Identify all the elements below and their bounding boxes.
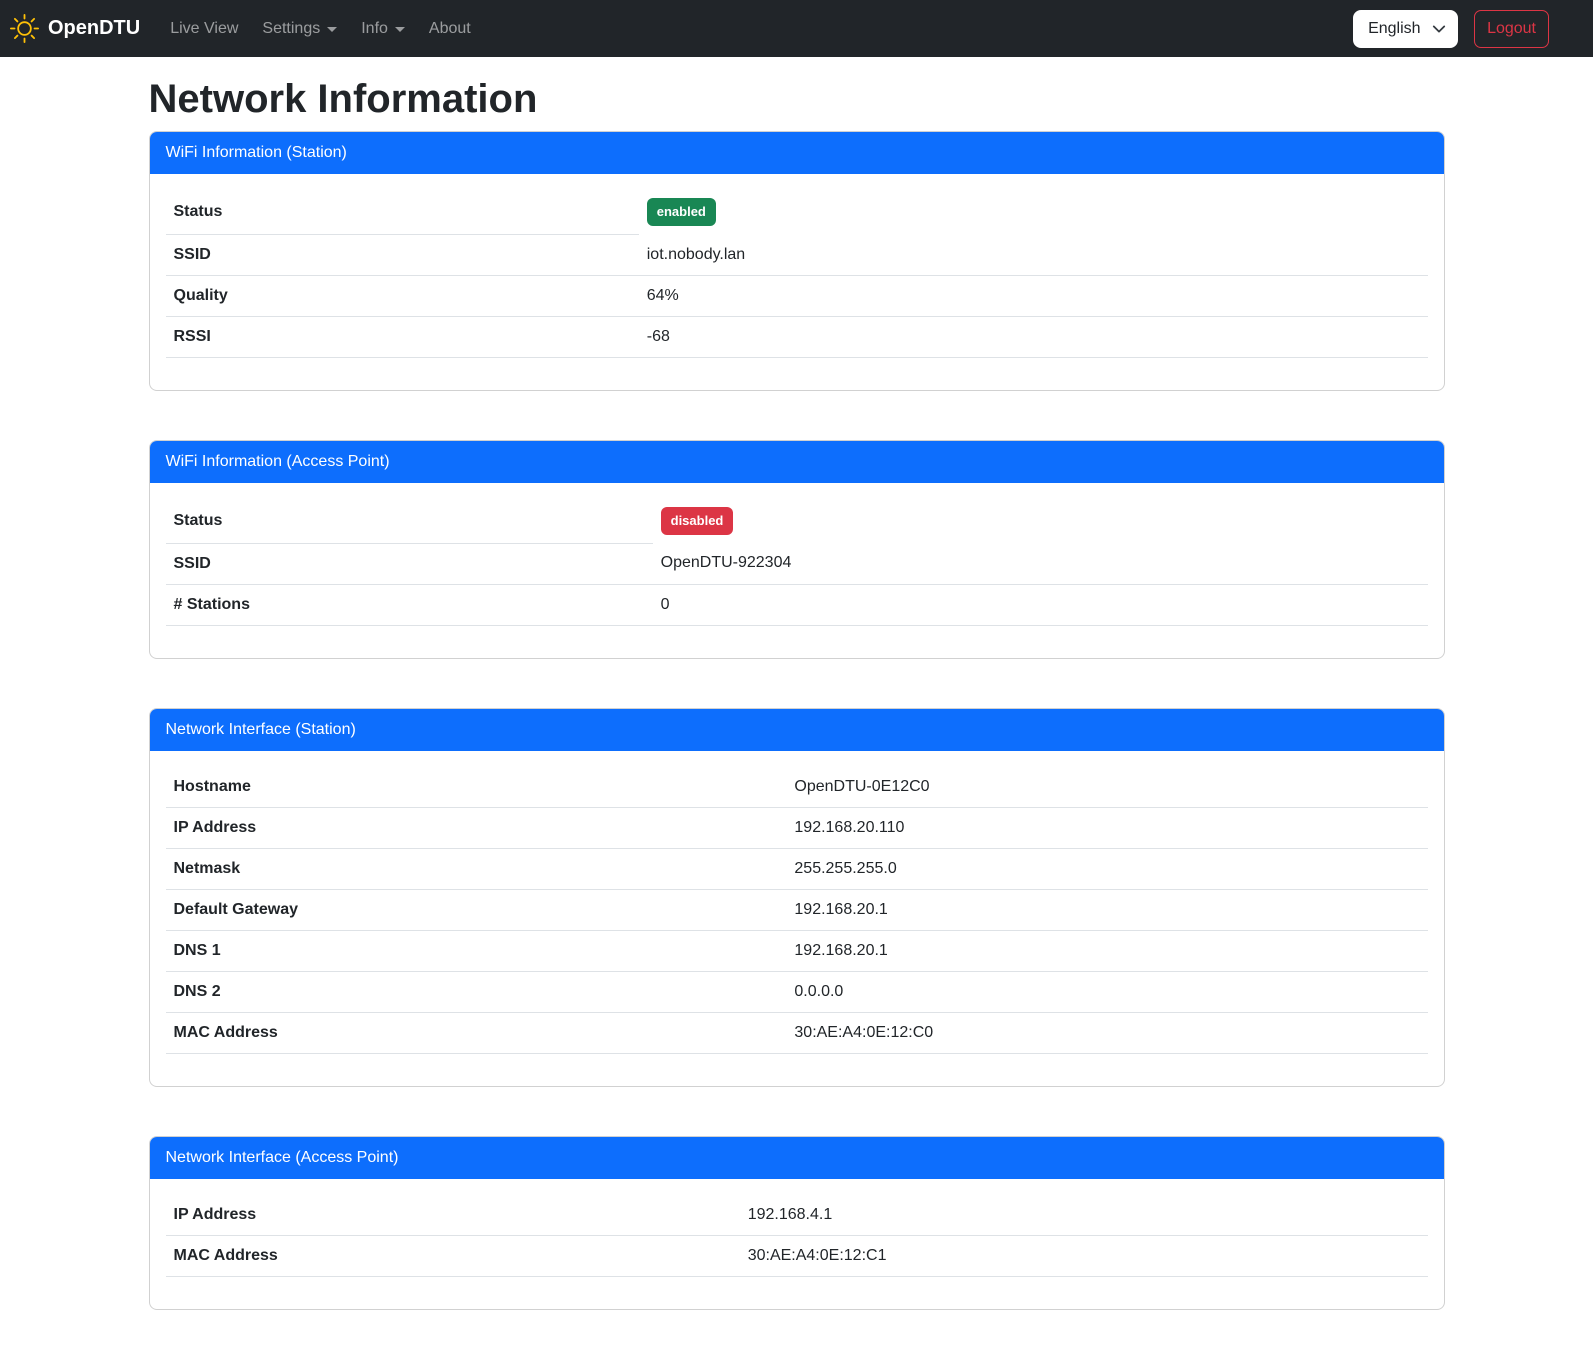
row-value: -68 <box>639 316 1428 357</box>
row-value: OpenDTU-922304 <box>653 543 1428 584</box>
nav-item-settings[interactable]: Settings <box>254 12 345 46</box>
table-row: IP Address 192.168.4.1 <box>166 1195 1428 1236</box>
table-row: Status enabled <box>166 190 1428 234</box>
table-row: Default Gateway 192.168.20.1 <box>166 889 1428 930</box>
brand-link[interactable]: OpenDTU <box>10 14 148 43</box>
row-label: MAC Address <box>166 1012 787 1053</box>
row-value: 192.168.20.110 <box>786 807 1427 848</box>
row-label: Netmask <box>166 848 787 889</box>
row-label: # Stations <box>166 584 653 625</box>
row-label: DNS 1 <box>166 930 787 971</box>
row-label: IP Address <box>166 807 787 848</box>
row-value: iot.nobody.lan <box>639 234 1428 275</box>
status-badge: enabled <box>647 198 716 226</box>
row-value: 0.0.0.0 <box>786 971 1427 1012</box>
nav-item-label: Live View <box>170 20 238 38</box>
row-value-cell: disabled <box>653 499 1428 543</box>
table-row: DNS 1 192.168.20.1 <box>166 930 1428 971</box>
row-label: Hostname <box>166 767 787 808</box>
table-row: MAC Address 30:AE:A4:0E:12:C1 <box>166 1235 1428 1276</box>
table-row: IP Address 192.168.20.110 <box>166 807 1428 848</box>
row-value: 192.168.20.1 <box>786 930 1427 971</box>
row-label: SSID <box>166 543 653 584</box>
table-row: Hostname OpenDTU-0E12C0 <box>166 767 1428 808</box>
row-label: IP Address <box>166 1195 740 1236</box>
row-label: Quality <box>166 275 639 316</box>
card-wifi-station: WiFi Information (Station) Status enable… <box>149 131 1445 391</box>
navbar: OpenDTU Live View Settings Info About <box>0 0 1593 57</box>
row-label: Status <box>166 499 653 543</box>
row-label: Status <box>166 190 639 234</box>
status-badge: disabled <box>661 507 734 535</box>
brand-label: OpenDTU <box>48 17 140 40</box>
table-row: SSID OpenDTU-922304 <box>166 543 1428 584</box>
logout-button[interactable]: Logout <box>1474 10 1549 48</box>
row-value: 64% <box>639 275 1428 316</box>
card-header: Network Interface (Station) <box>150 709 1444 751</box>
card-body: IP Address 192.168.4.1 MAC Address 30:AE… <box>150 1179 1444 1309</box>
table-row: Status disabled <box>166 499 1428 543</box>
nav-item-label: Info <box>361 20 388 38</box>
row-value: OpenDTU-0E12C0 <box>786 767 1427 808</box>
language-select[interactable]: English <box>1353 10 1458 48</box>
nav-item-about[interactable]: About <box>421 12 479 46</box>
table-row: RSSI -68 <box>166 316 1428 357</box>
info-table: Status enabled SSID iot.nobody.lan Quali… <box>166 190 1428 358</box>
nav-menu: Live View Settings Info About <box>162 12 487 46</box>
row-label: RSSI <box>166 316 639 357</box>
row-value: 0 <box>653 584 1428 625</box>
card-header: WiFi Information (Station) <box>150 132 1444 174</box>
table-row: DNS 2 0.0.0.0 <box>166 971 1428 1012</box>
nav-item-label: Settings <box>262 20 320 38</box>
card-header: WiFi Information (Access Point) <box>150 441 1444 483</box>
nav-item-live-view[interactable]: Live View <box>162 12 246 46</box>
row-value: 255.255.255.0 <box>786 848 1427 889</box>
card-body: Hostname OpenDTU-0E12C0 IP Address 192.1… <box>150 751 1444 1086</box>
main-content: Network Information WiFi Information (St… <box>137 75 1457 1310</box>
row-label: SSID <box>166 234 639 275</box>
chevron-down-icon <box>327 27 337 32</box>
table-row: SSID iot.nobody.lan <box>166 234 1428 275</box>
language-select-wrap: English <box>1353 10 1458 48</box>
nav-item-label: About <box>429 20 471 38</box>
row-value: 192.168.4.1 <box>740 1195 1428 1236</box>
card-wifi-access-point: WiFi Information (Access Point) Status d… <box>149 440 1445 659</box>
row-label: DNS 2 <box>166 971 787 1012</box>
chevron-down-icon <box>395 27 405 32</box>
navbar-right: English Logout <box>1353 10 1549 48</box>
card-body: Status disabled SSID OpenDTU-922304 # St… <box>150 483 1444 658</box>
card-network-interface-station: Network Interface (Station) Hostname Ope… <box>149 708 1445 1087</box>
table-row: Netmask 255.255.255.0 <box>166 848 1428 889</box>
card-network-interface-access-point: Network Interface (Access Point) IP Addr… <box>149 1136 1445 1310</box>
row-value: 192.168.20.1 <box>786 889 1427 930</box>
row-value: 30:AE:A4:0E:12:C1 <box>740 1235 1428 1276</box>
table-row: Quality 64% <box>166 275 1428 316</box>
table-row: # Stations 0 <box>166 584 1428 625</box>
page-title: Network Information <box>149 75 1445 123</box>
nav-item-info[interactable]: Info <box>353 12 413 46</box>
row-value: 30:AE:A4:0E:12:C0 <box>786 1012 1427 1053</box>
table-row: MAC Address 30:AE:A4:0E:12:C0 <box>166 1012 1428 1053</box>
card-header: Network Interface (Access Point) <box>150 1137 1444 1179</box>
card-body: Status enabled SSID iot.nobody.lan Quali… <box>150 174 1444 390</box>
info-table: Status disabled SSID OpenDTU-922304 # St… <box>166 499 1428 626</box>
info-table: Hostname OpenDTU-0E12C0 IP Address 192.1… <box>166 767 1428 1054</box>
sun-icon <box>10 14 39 43</box>
row-label: MAC Address <box>166 1235 740 1276</box>
row-value-cell: enabled <box>639 190 1428 234</box>
info-table: IP Address 192.168.4.1 MAC Address 30:AE… <box>166 1195 1428 1277</box>
row-label: Default Gateway <box>166 889 787 930</box>
